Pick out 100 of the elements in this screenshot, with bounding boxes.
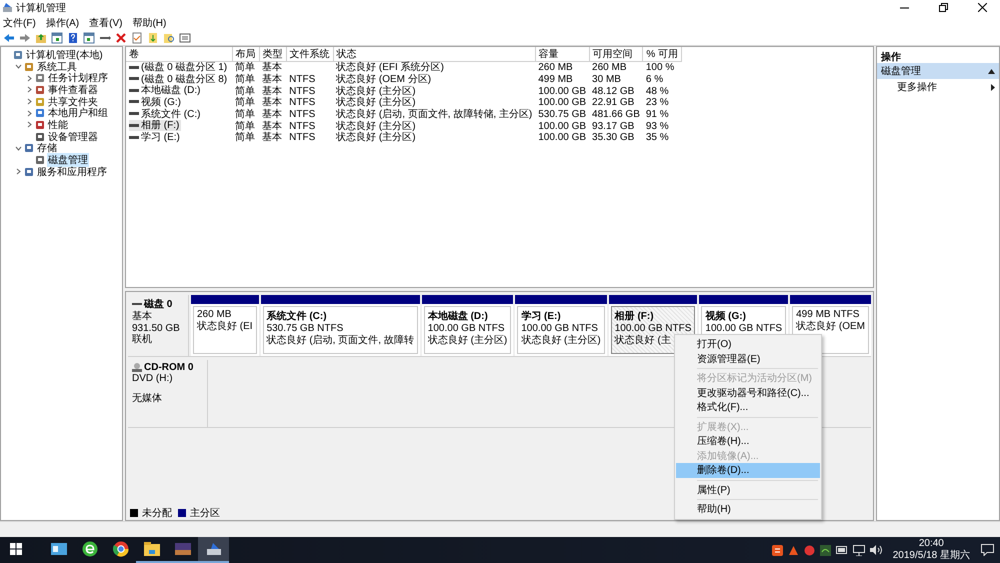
tree-item[interactable]: 性能 bbox=[47, 118, 69, 132]
chevron-right-icon[interactable] bbox=[26, 121, 32, 128]
tree-item[interactable]: 存储 bbox=[36, 141, 58, 156]
menu-item[interactable]: 更改驱动器号和路径(C)... bbox=[676, 386, 820, 400]
table-cell: 状态良好 (主分区) bbox=[336, 120, 416, 132]
menu-item[interactable]: 压缩卷(H)... bbox=[676, 434, 820, 448]
tree-item[interactable]: 设备管理器 bbox=[47, 130, 99, 144]
table-cell: 48 % bbox=[646, 86, 669, 97]
menu-item[interactable]: 格式化(F)... bbox=[676, 400, 820, 414]
actions-section[interactable]: 磁盘管理 bbox=[877, 63, 999, 79]
table-cell: 22.91 GB bbox=[592, 97, 634, 108]
table-cell: NTFS bbox=[289, 120, 316, 132]
photo-icon[interactable] bbox=[174, 543, 190, 555]
table-cell: 481.66 GB bbox=[592, 108, 640, 120]
table-cell: 状态良好 (主分区) bbox=[336, 132, 416, 144]
table-cell: 基本 bbox=[262, 97, 282, 108]
menu-item[interactable]: 帮助(H) bbox=[132, 16, 166, 30]
table-cell: 530.75 GB bbox=[538, 108, 586, 120]
tray-app-icon[interactable] bbox=[788, 544, 799, 556]
chevron-right-icon[interactable] bbox=[26, 86, 32, 94]
node-icon bbox=[35, 108, 45, 118]
table-cell: 相册 (F:) bbox=[141, 120, 180, 132]
tray-app-icon[interactable] bbox=[820, 544, 831, 556]
table-cell: 系统文件 (C:) bbox=[141, 108, 200, 120]
tree-item[interactable]: 任务计划程序 bbox=[47, 71, 109, 86]
restore-icon[interactable] bbox=[938, 3, 948, 12]
menu-item[interactable]: 文件(F) bbox=[3, 16, 36, 30]
partition-info: 100.00 GB NTFS bbox=[705, 323, 782, 334]
chevron-right-icon[interactable] bbox=[26, 110, 32, 117]
partition[interactable]: 260 MB 状态良好 (EI bbox=[191, 295, 259, 356]
column-header[interactable]: 可用空间 bbox=[589, 47, 643, 62]
help-icon[interactable] bbox=[67, 32, 79, 44]
volume-icon[interactable] bbox=[870, 545, 882, 555]
disk-info: DVD (H:) bbox=[132, 373, 174, 384]
contact-card-icon[interactable] bbox=[50, 543, 66, 555]
table-cell: 100.00 GB bbox=[538, 97, 586, 108]
partition-info: 100.00 GB NTFS bbox=[428, 323, 506, 334]
tree-item[interactable]: 事件查看器 bbox=[47, 82, 99, 97]
menu-item[interactable]: 查看(V) bbox=[89, 16, 122, 30]
partition-title: 学习 (E:) bbox=[521, 310, 562, 323]
menu-item[interactable]: 操作(A) bbox=[46, 16, 80, 30]
chevron-right-icon[interactable] bbox=[26, 74, 32, 82]
document-check-icon[interactable] bbox=[131, 32, 143, 44]
node-icon bbox=[24, 143, 34, 154]
tree-item[interactable]: 计算机管理(本地) bbox=[25, 48, 104, 62]
node-icon bbox=[13, 50, 23, 60]
column-header[interactable]: 卷 bbox=[126, 47, 232, 62]
table-cell: 基本 bbox=[262, 74, 282, 85]
folder-up-icon[interactable] bbox=[35, 32, 47, 44]
table-cell: 本地磁盘 (D:) bbox=[141, 85, 200, 96]
folder-icon[interactable] bbox=[144, 542, 160, 556]
search-icon[interactable] bbox=[163, 32, 175, 44]
chevron-right-icon[interactable] bbox=[26, 98, 32, 106]
disk-management-icon[interactable] bbox=[206, 542, 222, 556]
globe-icon[interactable] bbox=[82, 541, 98, 557]
panel-icon[interactable] bbox=[83, 32, 95, 44]
chevron-right-icon[interactable] bbox=[14, 168, 22, 176]
battery-icon[interactable] bbox=[836, 546, 848, 554]
forward-icon[interactable] bbox=[19, 32, 31, 44]
partition[interactable]: 本地磁盘 (D:) 100.00 GB NTFS 状态良好 (主分区) bbox=[422, 295, 514, 356]
browser-icon[interactable] bbox=[112, 541, 128, 557]
partition[interactable]: 相册 (F:) 100.00 GB NTFS 状态良好 (主 bbox=[608, 295, 698, 356]
tree-item[interactable]: 共享文件夹 bbox=[47, 94, 99, 109]
chevron-down-icon[interactable] bbox=[14, 63, 22, 70]
table-cell: 状态良好 (启动, 页面文件, 故障转储, 主分区) bbox=[336, 108, 532, 120]
network-icon[interactable] bbox=[852, 544, 865, 556]
close-icon[interactable] bbox=[978, 3, 986, 12]
table-cell: 简单 bbox=[235, 108, 256, 120]
clock-time[interactable]: 20:40 bbox=[918, 538, 944, 550]
menu-item[interactable]: 删除卷(D)... bbox=[676, 463, 820, 478]
clock-date[interactable]: 2019/5/18 星期六 bbox=[892, 550, 970, 562]
column-header[interactable]: 文件系统 bbox=[286, 47, 334, 62]
windows-start-icon[interactable] bbox=[10, 543, 22, 555]
menu-item[interactable]: 帮助(H) bbox=[676, 502, 820, 516]
column-header[interactable]: 布局 bbox=[232, 47, 260, 62]
back-icon[interactable] bbox=[3, 32, 15, 44]
tree-item[interactable]: 本地用户和组 bbox=[47, 106, 109, 120]
notification-icon[interactable] bbox=[981, 544, 994, 556]
action-item[interactable]: 更多操作 bbox=[877, 79, 999, 95]
column-header[interactable]: 容量 bbox=[535, 47, 590, 62]
tree-item[interactable]: 磁盘管理 bbox=[47, 153, 89, 168]
table-cell: 简单 bbox=[235, 86, 256, 97]
tree-item[interactable]: 服务和应用程序 bbox=[36, 164, 108, 179]
partition[interactable]: 系统文件 (C:) 530.75 GB NTFS 状态良好 (启动, 页面文件, 故障转 bbox=[260, 295, 420, 356]
column-header[interactable]: 状态 bbox=[333, 47, 536, 62]
column-header[interactable]: % 可用 bbox=[642, 47, 682, 62]
chevron-down-icon[interactable] bbox=[14, 144, 22, 152]
column-header[interactable]: 类型 bbox=[259, 47, 286, 62]
submenu-arrow-icon bbox=[991, 84, 995, 90]
table-cell: 简单 bbox=[235, 120, 256, 132]
tree-item[interactable]: 系统工具 bbox=[36, 60, 78, 74]
tray-app-icon[interactable] bbox=[804, 544, 815, 556]
panel-icon[interactable] bbox=[51, 32, 63, 44]
partition-info: 状态良好 (启动, 页面文件, 故障转 bbox=[266, 334, 414, 346]
input-method-icon[interactable] bbox=[772, 544, 783, 556]
list-icon[interactable] bbox=[179, 32, 191, 44]
delete-icon[interactable] bbox=[115, 32, 127, 44]
partition[interactable]: 学习 (E:) 100.00 GB NTFS 状态良好 (主分区) bbox=[515, 295, 607, 356]
menu-item[interactable]: 属性(P) bbox=[676, 482, 820, 497]
import-icon[interactable] bbox=[147, 32, 159, 44]
